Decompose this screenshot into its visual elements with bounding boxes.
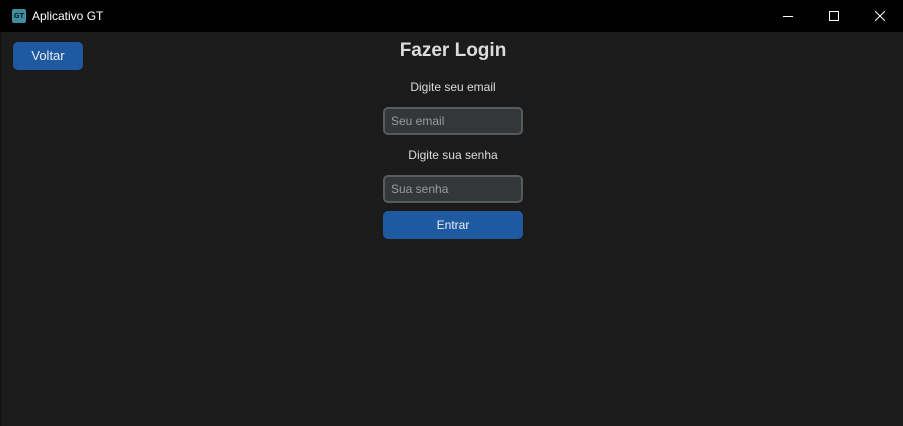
maximize-icon: [829, 11, 839, 21]
minimize-icon: [783, 16, 793, 17]
password-field[interactable]: [383, 175, 523, 203]
app-window: GT Aplicativo GT Voltar Fazer Login Digi…: [0, 0, 903, 426]
window-title: Aplicativo GT: [32, 9, 104, 23]
title-bar[interactable]: GT Aplicativo GT: [0, 0, 903, 32]
app-icon: GT: [12, 9, 26, 23]
close-icon: [875, 11, 885, 21]
maximize-button[interactable]: [811, 0, 857, 32]
email-label: Digite seu email: [410, 80, 496, 94]
minimize-button[interactable]: [765, 0, 811, 32]
email-field[interactable]: [383, 107, 523, 135]
login-button[interactable]: Entrar: [383, 211, 523, 239]
page-title: Fazer Login: [399, 40, 507, 61]
back-button[interactable]: Voltar: [13, 42, 83, 70]
password-label: Digite sua senha: [408, 148, 498, 162]
close-button[interactable]: [857, 0, 903, 32]
window-edge: [0, 32, 2, 426]
